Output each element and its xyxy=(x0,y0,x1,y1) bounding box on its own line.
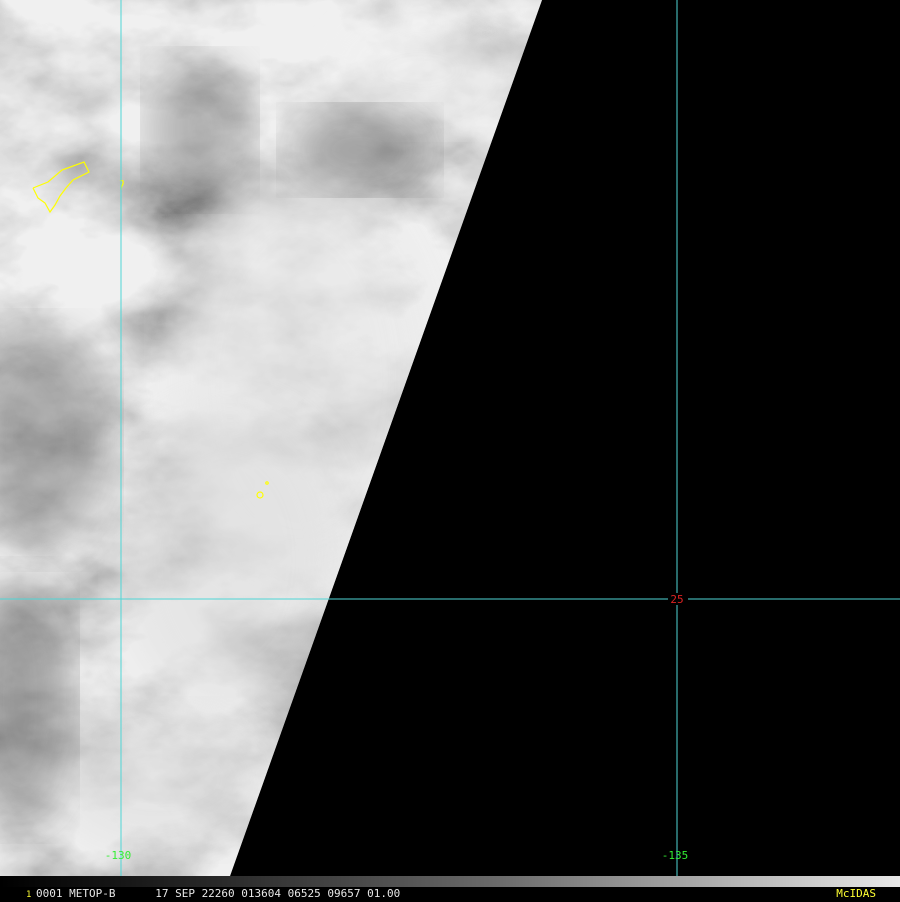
status-bar: 1 0001 METOP-B 17 SEP 22260 013604 06525… xyxy=(0,876,900,900)
latitude-label: 25 xyxy=(670,593,683,606)
longitude-label: -130 xyxy=(105,849,132,862)
frame-number: 1 xyxy=(26,890,32,900)
satellite-image-view[interactable]: 25 -130 -135 xyxy=(0,0,900,900)
longitude-label: -135 xyxy=(662,849,689,862)
image-info: 0001 METOP-B 17 SEP 22260 013604 06525 0… xyxy=(36,887,401,900)
mcidas-logo-text: McIDAS xyxy=(836,887,876,900)
grayscale-color-bar xyxy=(0,876,900,887)
